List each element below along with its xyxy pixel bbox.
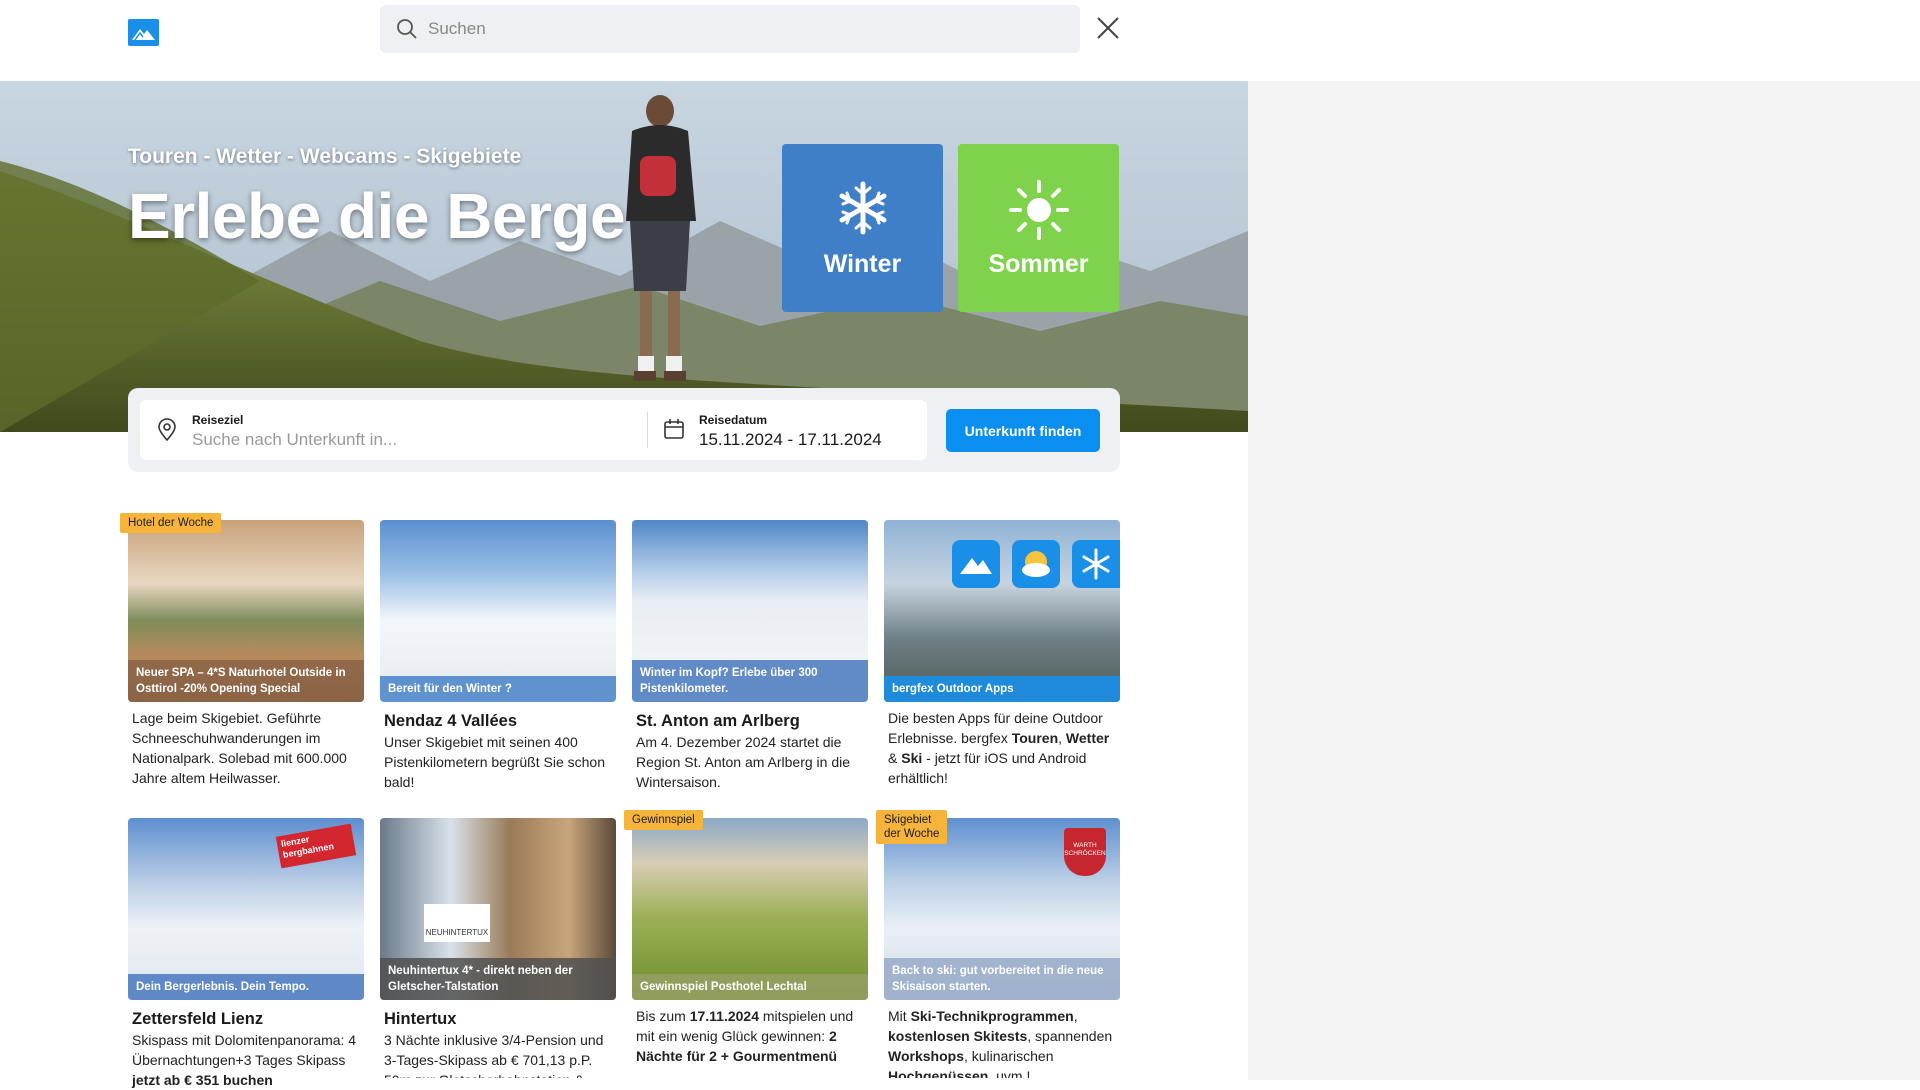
hero-banner: Touren - Wetter - Webcams - Skigebiete E… xyxy=(0,81,1248,432)
card-image: bergfex Outdoor Apps xyxy=(884,520,1120,702)
mountain-app-icon xyxy=(952,540,1000,588)
card-title: Hintertux xyxy=(384,1010,457,1028)
card-image: WARTH SCHRÖCKEN Back to ski: gut vorbere… xyxy=(884,818,1120,1000)
card-image: lienzer bergbahnen Dein Bergerlebnis. De… xyxy=(128,818,364,1000)
hotel-of-week-badge: Hotel der Woche xyxy=(120,513,222,533)
ski-app-icon xyxy=(1072,540,1120,588)
card-caption: Winter im Kopf? Erlebe über 300 Pistenki… xyxy=(632,660,868,702)
card-text: 3 Nächte inklusive 3/4-Pension und 3-Tag… xyxy=(384,1032,604,1078)
destination-label: Reiseziel xyxy=(192,413,244,427)
card-caption: Neuhintertux 4* - direkt neben der Glets… xyxy=(380,958,616,1000)
card-caption: Back to ski: gut vorbereitet in die neue… xyxy=(884,958,1120,1000)
search-input[interactable] xyxy=(428,5,1048,53)
card-text: Die besten Apps für deine Outdoor Erlebn… xyxy=(888,710,1110,786)
side-panel xyxy=(1248,81,1920,1080)
warth-schroecken-logo: WARTH SCHRÖCKEN xyxy=(1064,828,1106,876)
card-text: Mit Ski-Technikprogrammen, kostenlosen S… xyxy=(888,1008,1113,1078)
winter-label: Winter xyxy=(823,250,902,278)
summer-label: Sommer xyxy=(988,250,1089,278)
calendar-icon xyxy=(663,418,685,445)
booking-bar: Reiseziel Reisedatum 15.11.2024 - 17.11.… xyxy=(128,388,1120,472)
card-title: Zettersfeld Lienz xyxy=(132,1010,264,1028)
card-text: Skispass mit Dolomitenpanorama: 4 Überna… xyxy=(132,1032,357,1088)
hero-subtitle: Touren - Wetter - Webcams - Skigebiete xyxy=(128,145,522,168)
card-caption: Dein Bergerlebnis. Dein Tempo. xyxy=(128,974,364,1000)
snowflake-icon xyxy=(835,180,891,241)
card-title: Nendaz 4 Vallées xyxy=(384,712,517,730)
summer-button[interactable]: Sommer xyxy=(958,144,1119,312)
winter-button[interactable]: Winter xyxy=(782,144,943,312)
card-image: NEUHINTERTUX Neuhintertux 4* - direkt ne… xyxy=(380,818,616,1000)
location-pin-icon xyxy=(156,418,178,447)
search-icon xyxy=(396,18,418,45)
close-icon[interactable] xyxy=(1096,16,1120,40)
card-text: Bis zum 17.11.2024 mitspielen und mit ei… xyxy=(636,1008,854,1064)
hero-title: Erlebe die Berge xyxy=(128,180,626,252)
card-image: Winter im Kopf? Erlebe über 300 Pistenki… xyxy=(632,520,868,702)
card-image: Gewinnspiel Posthotel Lechtal xyxy=(632,818,868,1000)
bergfex-logo[interactable] xyxy=(128,19,159,46)
gewinnspiel-badge: Gewinnspiel xyxy=(624,810,703,830)
destination-input[interactable] xyxy=(192,430,622,450)
field-divider xyxy=(647,412,648,448)
date-value: 15.11.2024 - 17.11.2024 xyxy=(699,430,882,449)
card-caption: bergfex Outdoor Apps xyxy=(884,676,1120,702)
card-image: Bereit für den Winter ? xyxy=(380,520,616,702)
card-caption: Gewinnspiel Posthotel Lechtal xyxy=(632,974,868,1000)
destination-field[interactable]: Reiseziel xyxy=(140,400,647,460)
date-field[interactable]: Reisedatum 15.11.2024 - 17.11.2024 xyxy=(647,400,927,460)
weather-app-icon xyxy=(1012,540,1060,588)
search-bar[interactable] xyxy=(380,5,1080,53)
date-label: Reisedatum xyxy=(699,413,768,427)
card-text: Am 4. Dezember 2024 startet die Region S… xyxy=(636,734,851,790)
card-image: Neuer SPA – 4*S Naturhotel Outside in Os… xyxy=(128,520,364,702)
find-accommodation-button[interactable]: Unterkunft finden xyxy=(946,409,1100,452)
card-text: Unser Skigebiet mit seinen 400 Pistenkil… xyxy=(384,734,605,790)
card-text: Lage beim Skigebiet. Geführte Schneeschu… xyxy=(132,710,347,786)
ski-area-of-week-badge: Skigebiet der Woche xyxy=(876,810,948,844)
top-bar xyxy=(0,0,1920,81)
sun-icon xyxy=(1008,180,1069,245)
card-caption: Neuer SPA – 4*S Naturhotel Outside in Os… xyxy=(128,660,364,702)
card-title: St. Anton am Arlberg xyxy=(636,712,800,730)
lienzer-bergbahnen-logo: lienzer bergbahnen xyxy=(275,823,357,869)
card-caption: Bereit für den Winter ? xyxy=(380,676,616,702)
neuhintertux-logo: NEUHINTERTUX xyxy=(424,904,490,942)
